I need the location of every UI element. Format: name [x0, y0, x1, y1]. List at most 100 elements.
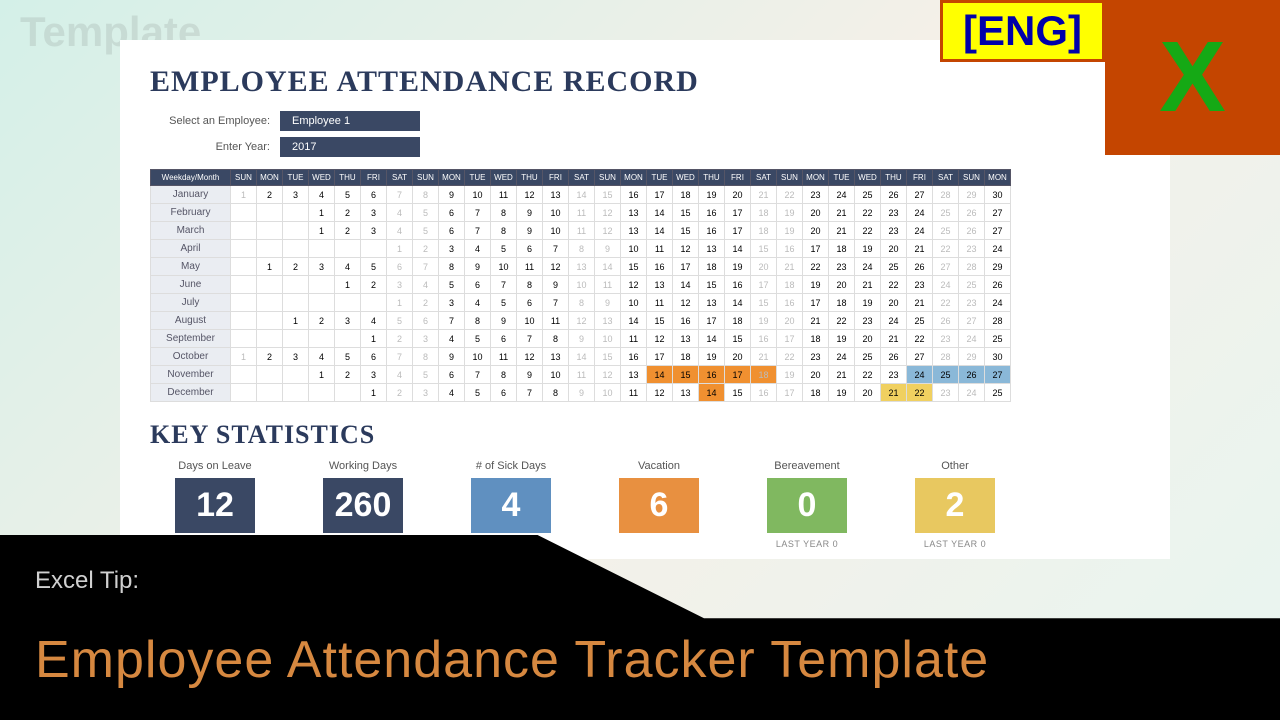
day-cell[interactable]: [335, 384, 361, 402]
day-cell[interactable]: 9: [439, 186, 465, 204]
day-cell[interactable]: 21: [751, 186, 777, 204]
day-cell[interactable]: 8: [465, 312, 491, 330]
day-cell[interactable]: 19: [699, 186, 725, 204]
day-cell[interactable]: 13: [699, 240, 725, 258]
day-cell[interactable]: 23: [881, 204, 907, 222]
day-cell[interactable]: 12: [595, 204, 621, 222]
day-cell[interactable]: [231, 366, 257, 384]
day-cell[interactable]: 21: [907, 240, 933, 258]
day-cell[interactable]: 12: [621, 276, 647, 294]
day-cell[interactable]: 10: [595, 330, 621, 348]
day-cell[interactable]: 21: [803, 312, 829, 330]
day-cell[interactable]: 7: [465, 204, 491, 222]
day-cell[interactable]: 18: [673, 186, 699, 204]
day-cell[interactable]: 29: [959, 348, 985, 366]
day-cell[interactable]: 8: [439, 258, 465, 276]
day-cell[interactable]: 7: [439, 312, 465, 330]
day-cell[interactable]: 12: [647, 384, 673, 402]
day-cell[interactable]: 27: [959, 312, 985, 330]
day-cell[interactable]: 22: [907, 384, 933, 402]
day-cell[interactable]: 20: [803, 366, 829, 384]
day-cell[interactable]: 14: [725, 240, 751, 258]
day-cell[interactable]: 4: [309, 186, 335, 204]
day-cell[interactable]: 11: [569, 366, 595, 384]
day-cell[interactable]: [361, 240, 387, 258]
day-cell[interactable]: 25: [933, 204, 959, 222]
day-cell[interactable]: 8: [413, 186, 439, 204]
day-cell[interactable]: 21: [829, 204, 855, 222]
day-cell[interactable]: 23: [803, 186, 829, 204]
day-cell[interactable]: 14: [699, 384, 725, 402]
day-cell[interactable]: 29: [959, 186, 985, 204]
day-cell[interactable]: 9: [439, 348, 465, 366]
day-cell[interactable]: 1: [309, 204, 335, 222]
day-cell[interactable]: 6: [387, 258, 413, 276]
day-cell[interactable]: 7: [543, 240, 569, 258]
day-cell[interactable]: 23: [803, 348, 829, 366]
day-cell[interactable]: 15: [725, 330, 751, 348]
day-cell[interactable]: [257, 276, 283, 294]
day-cell[interactable]: 24: [907, 204, 933, 222]
day-cell[interactable]: 27: [907, 348, 933, 366]
day-cell[interactable]: [257, 330, 283, 348]
day-cell[interactable]: 16: [699, 222, 725, 240]
day-cell[interactable]: 17: [777, 384, 803, 402]
day-cell[interactable]: 6: [517, 240, 543, 258]
day-cell[interactable]: 23: [933, 330, 959, 348]
day-cell[interactable]: 23: [933, 384, 959, 402]
day-cell[interactable]: 5: [465, 384, 491, 402]
day-cell[interactable]: 21: [881, 384, 907, 402]
day-cell[interactable]: 11: [491, 348, 517, 366]
day-cell[interactable]: 6: [439, 366, 465, 384]
day-cell[interactable]: 26: [959, 366, 985, 384]
day-cell[interactable]: 24: [881, 312, 907, 330]
day-cell[interactable]: 4: [413, 276, 439, 294]
day-cell[interactable]: 16: [699, 366, 725, 384]
day-cell[interactable]: 2: [335, 366, 361, 384]
day-cell[interactable]: 21: [777, 258, 803, 276]
day-cell[interactable]: 10: [543, 222, 569, 240]
day-cell[interactable]: 1: [309, 222, 335, 240]
day-cell[interactable]: 13: [543, 348, 569, 366]
day-cell[interactable]: 8: [491, 366, 517, 384]
day-cell[interactable]: 23: [959, 294, 985, 312]
day-cell[interactable]: 16: [751, 330, 777, 348]
day-cell[interactable]: 7: [465, 366, 491, 384]
day-cell[interactable]: 9: [517, 204, 543, 222]
day-cell[interactable]: 9: [517, 222, 543, 240]
day-cell[interactable]: 17: [751, 276, 777, 294]
day-cell[interactable]: 16: [751, 384, 777, 402]
day-cell[interactable]: 30: [985, 186, 1011, 204]
day-cell[interactable]: 18: [751, 204, 777, 222]
day-cell[interactable]: 21: [751, 348, 777, 366]
day-cell[interactable]: 4: [439, 330, 465, 348]
day-cell[interactable]: [309, 276, 335, 294]
day-cell[interactable]: 1: [361, 330, 387, 348]
day-cell[interactable]: 8: [543, 330, 569, 348]
day-cell[interactable]: [283, 366, 309, 384]
day-cell[interactable]: 14: [647, 204, 673, 222]
day-cell[interactable]: 3: [387, 276, 413, 294]
day-cell[interactable]: 6: [439, 204, 465, 222]
day-cell[interactable]: 16: [777, 240, 803, 258]
employee-select[interactable]: Employee 1: [280, 111, 420, 131]
day-cell[interactable]: 11: [647, 294, 673, 312]
day-cell[interactable]: 24: [855, 258, 881, 276]
day-cell[interactable]: 3: [283, 186, 309, 204]
day-cell[interactable]: 22: [829, 312, 855, 330]
day-cell[interactable]: 24: [959, 384, 985, 402]
day-cell[interactable]: 16: [777, 294, 803, 312]
day-cell[interactable]: 1: [283, 312, 309, 330]
day-cell[interactable]: 20: [803, 222, 829, 240]
day-cell[interactable]: 12: [517, 348, 543, 366]
day-cell[interactable]: 1: [361, 384, 387, 402]
day-cell[interactable]: 11: [621, 384, 647, 402]
day-cell[interactable]: 26: [907, 258, 933, 276]
day-cell[interactable]: 11: [621, 330, 647, 348]
day-cell[interactable]: 17: [725, 366, 751, 384]
day-cell[interactable]: 17: [647, 348, 673, 366]
day-cell[interactable]: 3: [439, 294, 465, 312]
day-cell[interactable]: 2: [335, 222, 361, 240]
day-cell[interactable]: [231, 312, 257, 330]
day-cell[interactable]: 5: [491, 240, 517, 258]
